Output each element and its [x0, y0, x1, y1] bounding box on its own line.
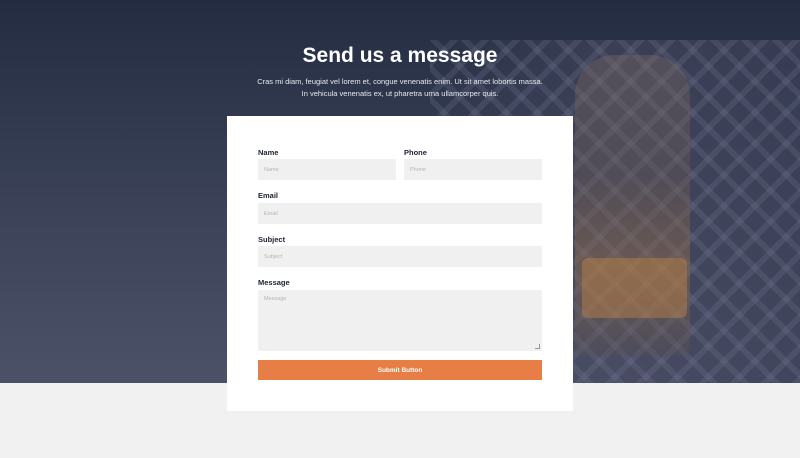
message-label: Message [258, 278, 290, 287]
subject-input[interactable] [258, 246, 542, 267]
message-wrapper [258, 290, 542, 351]
email-label: Email [258, 191, 279, 200]
page-subtitle: Cras mi diam, feugiat vel lorem et, cong… [250, 76, 550, 99]
subject-label: Subject [258, 235, 286, 244]
resize-handle-icon[interactable] [535, 344, 540, 349]
name-label: Name [258, 148, 279, 157]
page-title: Send us a message [302, 44, 498, 67]
phone-label: Phone [404, 148, 427, 157]
contact-form: Name Phone Email Subject Message Submit … [227, 116, 573, 411]
message-textarea[interactable] [258, 290, 542, 351]
name-input[interactable] [258, 159, 396, 180]
subtitle-line-2: In vehicula venenatis ex, ut pharetra ur… [301, 88, 499, 98]
submit-button[interactable]: Submit Button [258, 360, 542, 380]
phone-input[interactable] [404, 159, 542, 180]
hero-tool-belt [582, 258, 687, 318]
subtitle-line-1: Cras mi diam, feugiat vel lorem et, cong… [257, 77, 543, 86]
email-input[interactable] [258, 203, 542, 224]
